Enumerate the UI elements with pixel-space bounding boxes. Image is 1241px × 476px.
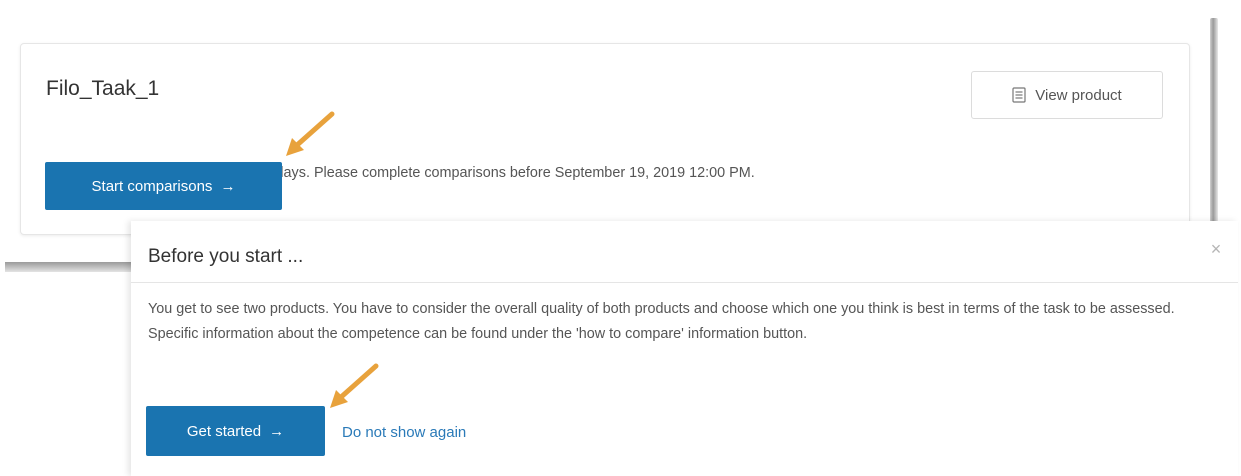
get-started-label: Get started	[186, 422, 262, 440]
view-product-button[interactable]: View product	[971, 71, 1163, 119]
get-started-button[interactable]: Get started →	[146, 406, 325, 456]
arrow-right-icon: →	[269, 422, 285, 440]
start-comparisons-button[interactable]: Start comparisons →	[45, 162, 282, 210]
modal-instructions: You get to see two products. You have to…	[148, 301, 1175, 342]
pointer-arrow-icon	[330, 363, 379, 408]
document-icon	[1012, 87, 1026, 103]
view-product-label: View product	[1035, 86, 1122, 104]
card-shadow-right	[1210, 18, 1218, 240]
card-shadow-bottom	[5, 262, 145, 272]
pointer-arrow-icon	[286, 111, 335, 156]
close-icon[interactable]: ×	[1205, 238, 1227, 260]
modal-divider	[131, 282, 1238, 283]
start-comparisons-label: Start comparisons	[91, 177, 213, 195]
arrow-right-icon: →	[220, 177, 236, 195]
modal-title: Before you start ...	[148, 246, 304, 267]
assessment-title: Filo_Taak_1	[46, 77, 160, 100]
do-not-show-again-link[interactable]: Do not show again	[342, 424, 466, 441]
